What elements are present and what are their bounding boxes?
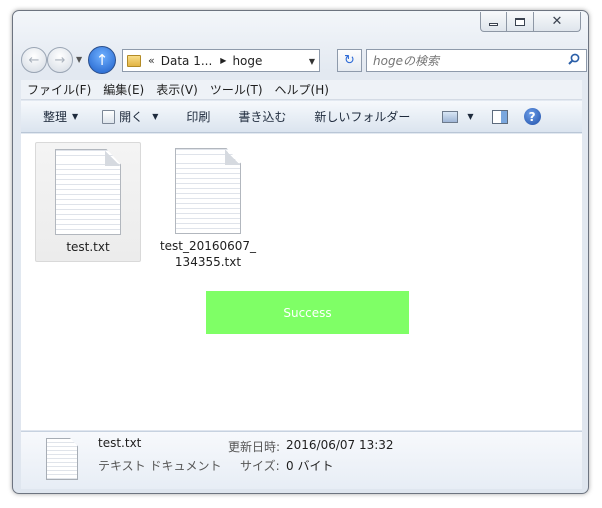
open-icon — [102, 109, 116, 124]
search-icon[interactable] — [568, 53, 580, 65]
file-name: test_20160607_ 134355.txt — [146, 238, 270, 270]
help-icon: ? — [523, 108, 541, 125]
organize-dropdown-icon: ▼ — [72, 112, 79, 121]
menu-tools[interactable]: ツール(T) — [204, 81, 269, 98]
menu-bar: ファイル(F) 編集(E) 表示(V) ツール(T) ヘルプ(H) — [21, 80, 582, 100]
file-item-test-20160607[interactable]: test_20160607_ 134355.txt — [146, 142, 270, 280]
organize-button[interactable]: 整理 ▼ — [21, 105, 88, 129]
refresh-button[interactable]: ↻ — [337, 49, 362, 72]
open-dropdown-icon: ▼ — [152, 112, 159, 121]
command-bar: 整理 ▼ 開く ▼ 印刷 書き込む 新しいフォルダー ▼ ? — [21, 101, 582, 133]
text-document-icon — [46, 438, 78, 480]
menu-edit[interactable]: 編集(E) — [97, 81, 150, 98]
details-size-label: サイズ: — [240, 459, 280, 473]
navigation-row: ← → ▼ ↑ « Data 1... ▶ hoge ▼ ↻ — [21, 45, 587, 75]
help-button[interactable]: ? — [518, 105, 551, 129]
file-name-line-1: test_20160607_ — [159, 239, 257, 253]
burn-label: 書き込む — [238, 110, 287, 124]
change-view-button[interactable]: ▼ — [420, 105, 483, 129]
view-icon — [442, 110, 459, 123]
text-document-icon — [55, 149, 121, 235]
open-button[interactable]: 開く ▼ — [88, 105, 168, 129]
minimize-button[interactable] — [480, 12, 507, 32]
new-folder-button[interactable]: 新しいフォルダー — [296, 105, 420, 129]
address-dropdown-icon[interactable]: ▼ — [309, 57, 315, 66]
breadcrumb-separator-icon[interactable]: ▶ — [220, 56, 226, 65]
address-overflow-chevron[interactable]: « — [148, 54, 155, 67]
file-item-test-txt[interactable]: test.txt — [35, 142, 141, 262]
print-button[interactable]: 印刷 — [168, 105, 220, 129]
refresh-icon: ↻ — [344, 53, 355, 68]
new-folder-label: 新しいフォルダー — [314, 110, 411, 124]
burn-button[interactable]: 書き込む — [220, 105, 296, 129]
close-button[interactable]: ✕ — [534, 12, 581, 32]
success-message: Success — [206, 291, 409, 334]
file-list[interactable]: test.txt test_20160607_ 134355.txt Succe… — [21, 134, 582, 430]
explorer-window: ✕ ← → ▼ ↑ « Data 1... ▶ hoge ▼ ↻ hogeの検索… — [12, 10, 589, 494]
forward-arrow-icon: → — [54, 52, 66, 68]
close-icon: ✕ — [551, 14, 563, 29]
address-bar[interactable]: « Data 1... ▶ hoge ▼ — [122, 49, 320, 72]
print-label: 印刷 — [186, 110, 211, 124]
preview-pane-button[interactable] — [484, 105, 518, 129]
forward-button[interactable]: → — [47, 47, 73, 73]
folder-icon — [127, 54, 141, 67]
open-label: 開く — [119, 110, 144, 124]
menu-help[interactable]: ヘルプ(H) — [269, 81, 335, 98]
organize-label: 整理 — [43, 110, 68, 124]
details-modified-value: 2016/06/07 13:32 — [286, 438, 394, 452]
file-name: test.txt — [66, 240, 110, 254]
back-arrow-icon: ← — [28, 52, 40, 68]
text-document-icon — [175, 148, 241, 234]
search-input[interactable] — [373, 53, 563, 68]
up-arrow-icon: ↑ — [95, 51, 109, 69]
details-file-name: test.txt — [98, 436, 142, 450]
search-box[interactable] — [366, 49, 587, 72]
menu-file[interactable]: ファイル(F) — [21, 81, 97, 98]
details-modified-label: 更新日時: — [228, 440, 281, 454]
breadcrumb-segment-hoge[interactable]: hoge — [232, 54, 262, 68]
view-dropdown-icon: ▼ — [467, 112, 474, 121]
menu-view[interactable]: 表示(V) — [150, 81, 204, 98]
file-name-line-2: 134355.txt — [174, 255, 242, 269]
back-button[interactable]: ← — [21, 47, 47, 73]
details-pane: test.txt テキスト ドキュメント 更新日時: 2016/06/07 13… — [21, 431, 582, 489]
caption-buttons: ✕ — [480, 12, 581, 32]
details-size-value: 0 バイト — [286, 459, 334, 473]
breadcrumb-segment-data[interactable]: Data 1... — [161, 54, 213, 68]
details-file-type: テキスト ドキュメント — [98, 459, 222, 473]
maximize-icon — [515, 17, 525, 26]
preview-pane-icon — [491, 109, 508, 124]
minimize-icon — [489, 23, 498, 26]
up-button[interactable]: ↑ — [88, 46, 116, 74]
recent-pages-dropdown[interactable]: ▼ — [76, 55, 82, 64]
maximize-button[interactable] — [507, 12, 534, 32]
